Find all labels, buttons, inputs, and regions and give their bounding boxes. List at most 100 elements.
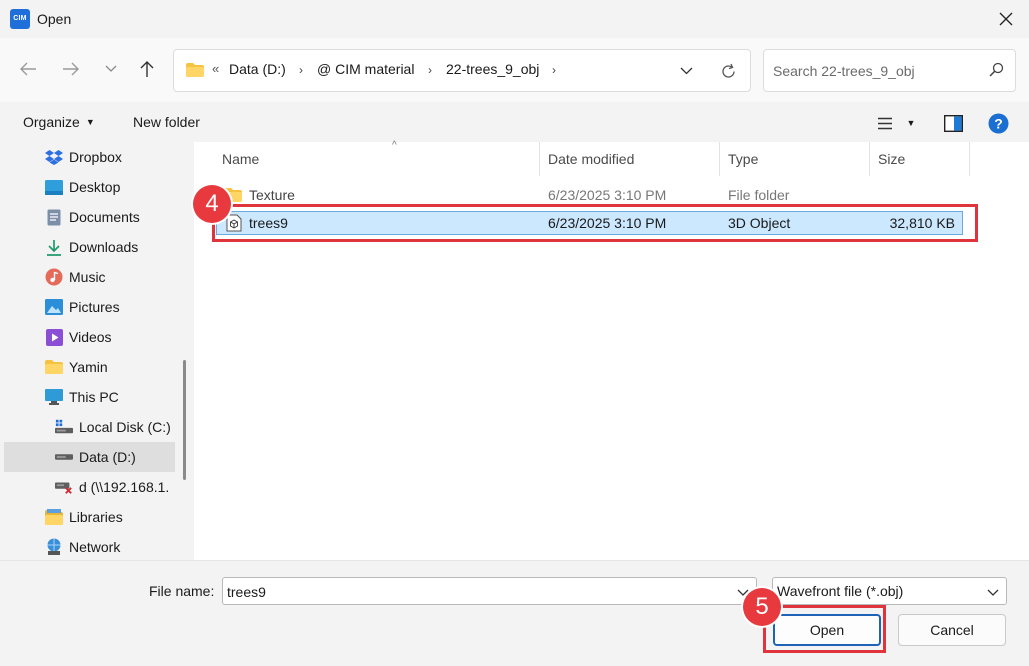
- sidebar-item-dropbox[interactable]: Dropbox: [4, 142, 175, 172]
- file-name-label: File name:: [149, 583, 215, 599]
- sidebar-item-videos[interactable]: Videos: [4, 322, 175, 352]
- desktop-icon: [45, 179, 63, 195]
- sidebar-item-data-d[interactable]: Data (D:): [4, 442, 175, 472]
- sidebar-item-pictures[interactable]: Pictures: [4, 292, 175, 322]
- arrow-right-icon: [63, 62, 79, 76]
- file-name-combobox[interactable]: [222, 577, 757, 605]
- search-icon[interactable]: [989, 62, 1004, 80]
- title-bar: CIM Open: [0, 0, 1029, 38]
- annotation-step-badge: 4: [193, 185, 231, 223]
- forward-button[interactable]: [58, 56, 84, 82]
- 3d-object-icon: [225, 214, 243, 232]
- sidebar-item-libraries[interactable]: Libraries: [4, 502, 175, 532]
- sidebar-scrollbar[interactable]: [183, 360, 186, 480]
- column-header-size[interactable]: Size: [870, 142, 970, 176]
- chevron-down-icon: [680, 67, 692, 75]
- network-drive-icon: [55, 479, 73, 495]
- file-type-value: Wavefront file (*.obj): [777, 583, 904, 599]
- sidebar-item-documents[interactable]: Documents: [4, 202, 175, 232]
- sidebar-item-network-drive[interactable]: d (\\192.168.1.: [4, 472, 175, 502]
- sidebar-item-local-disk-c[interactable]: Local Disk (C:): [4, 412, 175, 442]
- address-dropdown-button[interactable]: [674, 60, 698, 82]
- sidebar-item-label: Downloads: [69, 239, 139, 255]
- svg-text:?: ?: [994, 115, 1003, 131]
- close-button[interactable]: [990, 4, 1022, 34]
- sidebar-item-network[interactable]: Network: [4, 532, 175, 562]
- up-button[interactable]: [134, 56, 160, 82]
- sidebar-item-label: Local Disk (C:): [79, 419, 171, 435]
- libraries-icon: [45, 509, 63, 525]
- sidebar-item-this-pc[interactable]: This PC: [4, 382, 175, 412]
- chevron-down-icon: [987, 584, 999, 600]
- caret-down-icon: ▼: [906, 118, 916, 128]
- drive-icon: [55, 449, 73, 465]
- pictures-icon: [45, 299, 63, 315]
- dialog-footer: File name: Wavefront file (*.obj) Open C…: [0, 560, 1029, 666]
- sidebar-item-label: Libraries: [69, 509, 123, 525]
- window-title: Open: [37, 11, 72, 27]
- sidebar-item-label: Desktop: [69, 179, 121, 195]
- arrow-left-icon: [20, 62, 36, 76]
- documents-icon: [45, 209, 63, 225]
- refresh-button[interactable]: [716, 60, 740, 82]
- breadcrumb-data-d[interactable]: Data (D:): [229, 61, 286, 77]
- chevron-down-icon: [105, 65, 117, 72]
- column-header-label: Name: [222, 151, 260, 167]
- list-view-icon: [878, 117, 892, 129]
- address-overflow[interactable]: «: [212, 61, 219, 76]
- breadcrumb-chevron-icon[interactable]: ›: [428, 63, 432, 77]
- sidebar-item-label: Pictures: [69, 299, 120, 315]
- breadcrumb-chevron-icon[interactable]: ›: [552, 63, 556, 77]
- organize-button[interactable]: Organize ▼: [23, 114, 95, 130]
- column-header-name[interactable]: Name ^: [214, 140, 540, 176]
- sidebar-item-downloads[interactable]: Downloads: [4, 232, 175, 262]
- search-input[interactable]: [773, 60, 983, 82]
- file-row-trees9[interactable]: trees9 6/23/2025 3:10 PM 3D Object 32,81…: [216, 211, 963, 235]
- sidebar-item-yamin[interactable]: Yamin: [4, 352, 175, 382]
- preview-pane-button[interactable]: [943, 112, 963, 134]
- sidebar-item-label: Yamin: [69, 359, 108, 375]
- command-bar: Organize ▼ New folder ▼ ?: [0, 102, 1029, 142]
- caret-down-icon: ▼: [85, 117, 95, 127]
- breadcrumb-cim-material[interactable]: @ CIM material: [317, 61, 414, 77]
- file-type: 3D Object: [728, 215, 791, 231]
- downloads-icon: [45, 239, 63, 256]
- sidebar-item-label: Documents: [69, 209, 140, 225]
- open-button[interactable]: Open: [773, 614, 881, 646]
- file-type-select[interactable]: Wavefront file (*.obj): [772, 577, 1007, 605]
- help-icon: ?: [988, 113, 1008, 133]
- music-icon: [45, 268, 63, 286]
- sidebar-item-label: Network: [69, 539, 121, 555]
- refresh-icon: [721, 63, 735, 78]
- column-header-date[interactable]: Date modified: [540, 142, 720, 176]
- this-pc-icon: [45, 389, 63, 405]
- breadcrumb-22-trees[interactable]: 22-trees_9_obj: [446, 61, 539, 77]
- view-options-button[interactable]: [876, 112, 894, 134]
- dropbox-icon: [45, 149, 63, 165]
- sidebar-item-label: Data (D:): [79, 449, 136, 465]
- search-box[interactable]: [763, 49, 1016, 92]
- navigation-bar: « Data (D:) › @ CIM material › 22-trees_…: [0, 38, 1029, 102]
- file-name-input[interactable]: [227, 582, 727, 602]
- file-date: 6/23/2025 3:10 PM: [548, 187, 667, 203]
- address-bar[interactable]: « Data (D:) › @ CIM material › 22-trees_…: [173, 49, 751, 92]
- sidebar-item-label: Videos: [69, 329, 112, 345]
- back-button[interactable]: [15, 56, 41, 82]
- file-name: Texture: [249, 187, 295, 203]
- file-size: 32,810 KB: [889, 215, 955, 231]
- sidebar-item-music[interactable]: Music: [4, 262, 175, 292]
- help-button[interactable]: ?: [987, 112, 1009, 134]
- recent-locations-button[interactable]: [98, 56, 124, 82]
- sidebar-item-desktop[interactable]: Desktop: [4, 172, 175, 202]
- organize-label: Organize: [23, 114, 80, 130]
- sidebar-item-label: This PC: [69, 389, 119, 405]
- column-header-type[interactable]: Type: [720, 142, 870, 176]
- breadcrumb-chevron-icon[interactable]: ›: [299, 63, 303, 77]
- new-folder-button[interactable]: New folder: [133, 114, 200, 130]
- cancel-button[interactable]: Cancel: [898, 614, 1006, 646]
- file-row-texture[interactable]: Texture 6/23/2025 3:10 PM File folder: [216, 184, 963, 208]
- view-dropdown-button[interactable]: ▼: [905, 112, 917, 134]
- preview-pane-icon: [943, 114, 963, 132]
- arrow-up-icon: [140, 61, 154, 77]
- network-icon: [45, 538, 63, 555]
